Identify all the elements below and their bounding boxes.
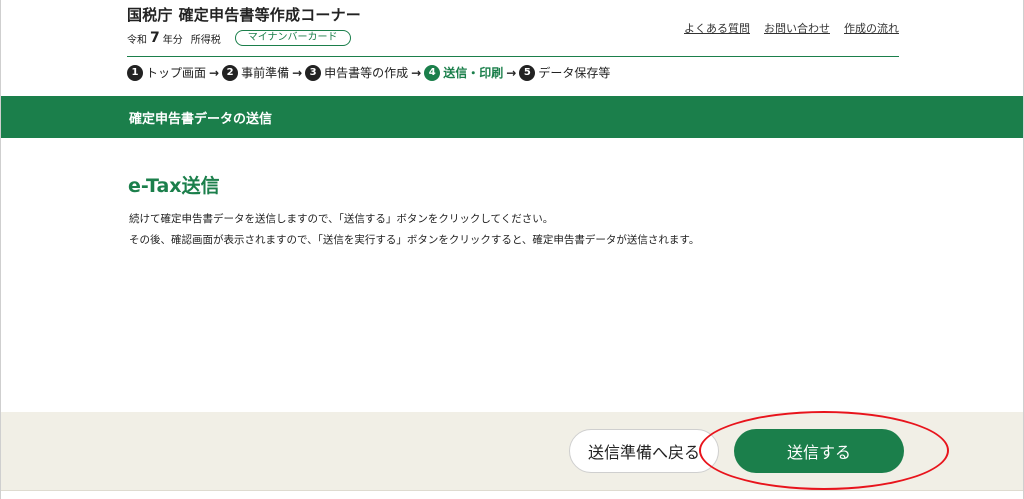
step-create: 3 申告書等の作成 bbox=[305, 64, 408, 81]
instruction-line-2: その後、確認画面が表示されますので、「送信を実行する」ボタンをクリックすると、確… bbox=[129, 234, 700, 246]
mynumber-badge: マイナンバーカード bbox=[234, 30, 351, 46]
submit-button[interactable]: 送信する bbox=[734, 429, 904, 473]
step-number-1: 1 bbox=[127, 64, 143, 81]
step-number-4: 4 bbox=[424, 64, 441, 81]
page-heading: e-Tax送信 bbox=[128, 175, 220, 197]
step-label: 申告書等の作成 bbox=[324, 66, 409, 80]
step-label: 事前準備 bbox=[241, 66, 290, 80]
contact-link[interactable]: お問い合わせ bbox=[764, 20, 830, 36]
step-preparation: 2 事前準備 bbox=[222, 64, 289, 81]
back-to-preparation-button[interactable]: 送信準備へ戻る bbox=[569, 429, 719, 473]
section-title: 確定申告書データの送信 bbox=[129, 112, 273, 127]
year-suffix: 年分 bbox=[162, 34, 183, 46]
tax-kind: 所得税 bbox=[190, 34, 221, 46]
step-label: 送信・印刷 bbox=[443, 66, 504, 80]
faq-link[interactable]: よくある質問 bbox=[684, 20, 750, 36]
step-number-5: 5 bbox=[519, 64, 536, 81]
step-top: 1 トップ画面 bbox=[127, 64, 206, 81]
page-frame: 国税庁 確定申告書等作成コーナー 令和 7 年分 所得税 マイナンバーカード よく… bbox=[0, 0, 1024, 499]
step-label: データ保存等 bbox=[538, 66, 611, 80]
site-header: 国税庁 確定申告書等作成コーナー 令和 7 年分 所得税 マイナンバーカード よく… bbox=[127, 0, 899, 57]
step-number-2: 2 bbox=[222, 64, 239, 81]
step-label: トップ画面 bbox=[146, 66, 207, 80]
site-title: 国税庁 確定申告書等作成コーナー bbox=[127, 4, 361, 25]
era-label: 令和 bbox=[127, 34, 147, 46]
step-save-data: 5 データ保存等 bbox=[519, 64, 610, 81]
year-number: 7 bbox=[150, 30, 160, 46]
step-number-3: 3 bbox=[305, 64, 322, 81]
progress-steps: 1 トップ画面 → 2 事前準備 → 3 申告書等の作成 → 4 送信・印刷 →… bbox=[127, 64, 610, 81]
corner-name: 確定申告書等作成コーナー bbox=[178, 6, 362, 24]
arrow-right-icon: → bbox=[506, 65, 517, 80]
tax-year-info: 令和 7 年分 所得税 マイナンバーカード bbox=[127, 30, 351, 46]
instructions: 続けて確定申告書データを送信しますので、「送信する」ボタンをクリックしてください… bbox=[129, 209, 699, 251]
org-name: 国税庁 bbox=[127, 6, 173, 24]
arrow-right-icon: → bbox=[292, 65, 303, 80]
bottom-strip bbox=[1, 490, 1023, 499]
header-links: よくある質問 お問い合わせ 作成の流れ bbox=[684, 20, 899, 36]
section-header: 確定申告書データの送信 bbox=[1, 96, 1023, 138]
arrow-right-icon: → bbox=[411, 65, 422, 80]
arrow-right-icon: → bbox=[209, 65, 220, 80]
instruction-line-1: 続けて確定申告書データを送信しますので、「送信する」ボタンをクリックしてください… bbox=[129, 213, 554, 225]
step-send-print: 4 送信・印刷 bbox=[424, 64, 503, 81]
flow-link[interactable]: 作成の流れ bbox=[844, 20, 899, 36]
